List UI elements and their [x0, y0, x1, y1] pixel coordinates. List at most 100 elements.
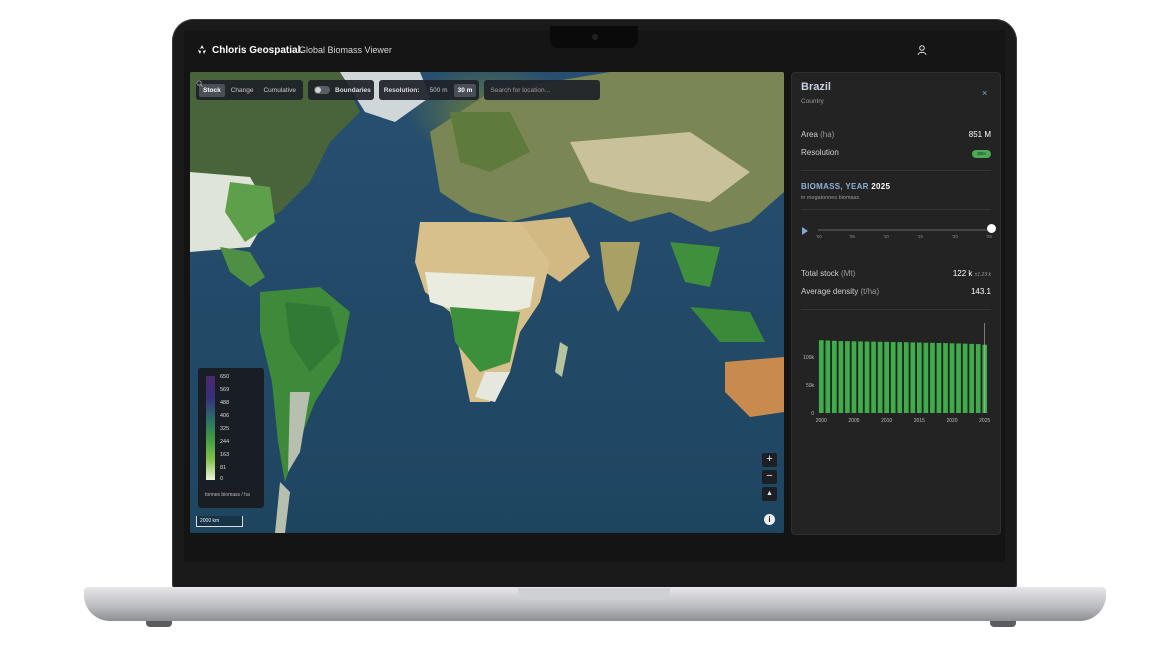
- x-tick-label: 2025: [979, 418, 990, 424]
- details-panel: Brazil Country × Area (ha) 851 M Resolut…: [791, 72, 1001, 535]
- area-unit: (ha): [820, 130, 835, 139]
- chart-bar[interactable]: [818, 340, 824, 413]
- chart-bar[interactable]: [936, 343, 942, 413]
- legend-tick: 569: [220, 387, 230, 393]
- brand-name: Chloris Geospatial.: [212, 44, 304, 56]
- boundaries-control: Boundaries: [308, 80, 374, 100]
- chart-bar[interactable]: [851, 341, 857, 413]
- laptop-foot: [990, 621, 1016, 627]
- leaf-logo-icon: [198, 45, 206, 54]
- total-stock-label: Total stock (Mt): [801, 269, 855, 278]
- zoom-out-button[interactable]: −: [762, 470, 777, 484]
- timeline-tick: '00: [816, 234, 822, 239]
- biomass-bar-chart: 0 50k 100k 2000 2005 2010 2015 2020 2025: [803, 323, 991, 424]
- legend-tick: 406: [220, 413, 230, 419]
- chart-bar[interactable]: [825, 340, 831, 413]
- laptop-foot: [146, 621, 172, 627]
- laptop-base-notch: [518, 588, 670, 600]
- avg-density-value: 143.1: [970, 287, 991, 296]
- area-value: 851 M: [968, 130, 991, 139]
- chart-bar[interactable]: [858, 341, 863, 413]
- avg-density-label: Average density (t/ha): [801, 287, 879, 296]
- resolution-control: Resolution: 500 m 30 m: [378, 80, 480, 100]
- chart-bar[interactable]: [897, 342, 903, 413]
- total-stock-value: 122 k ±1.23 k: [953, 269, 991, 278]
- play-icon[interactable]: [802, 227, 808, 235]
- timeline-tick: '05: [849, 234, 855, 239]
- app-title: Global Biomass Viewer: [299, 45, 392, 55]
- total-stock-sd: ±1.23 k: [974, 272, 991, 278]
- chart-bar[interactable]: [910, 342, 916, 413]
- legend-tick: 0: [220, 476, 224, 482]
- x-tick-label: 2005: [848, 418, 859, 424]
- map-toolbar: Stock Change Cumulative Boundaries Resol…: [196, 80, 601, 100]
- search-input[interactable]: Search for location...: [490, 87, 550, 94]
- boundaries-label: Boundaries: [335, 86, 371, 94]
- y-tick-label: 50k: [806, 383, 815, 389]
- compass-icon[interactable]: ▲: [762, 487, 777, 501]
- user-icon[interactable]: [916, 44, 928, 56]
- total-stock-unit: (Mt): [841, 269, 856, 278]
- resolution-badge: 30m: [972, 150, 991, 158]
- chart-bar[interactable]: [871, 341, 876, 413]
- year-slider[interactable]: [818, 229, 992, 231]
- chart-bar[interactable]: [962, 343, 968, 413]
- chart-bar[interactable]: [864, 341, 870, 413]
- boundaries-toggle[interactable]: [314, 86, 330, 94]
- chart-bar[interactable]: [923, 342, 929, 413]
- avg-density-unit: (t/ha): [860, 287, 880, 296]
- chart-bar[interactable]: [949, 343, 955, 413]
- legend-tick: 163: [220, 452, 230, 458]
- biomass-map[interactable]: Stock Change Cumulative Boundaries Resol…: [190, 72, 784, 533]
- chart-bar[interactable]: [903, 342, 909, 413]
- info-icon[interactable]: i: [764, 514, 775, 525]
- section-subtitle: in megatonnes biomass: [801, 195, 860, 201]
- chart-bar[interactable]: [943, 343, 948, 413]
- chart-bar[interactable]: [890, 341, 896, 413]
- year-slider-handle[interactable]: [987, 224, 996, 233]
- y-tick-label: 0: [811, 411, 814, 417]
- biomass-section-title: BIOMASS, YEAR 2025: [801, 182, 890, 191]
- legend-tick: 81: [220, 465, 227, 471]
- resolution-label: Resolution:: [383, 86, 420, 94]
- area-label: Area (ha): [801, 130, 834, 139]
- legend-tick: 650: [220, 374, 230, 380]
- panel-subtitle: Country: [801, 98, 824, 105]
- chart-bar[interactable]: [930, 342, 935, 413]
- search-icon: [196, 80, 203, 87]
- mode-cumulative-button[interactable]: Cumulative: [259, 84, 300, 97]
- divider: [801, 209, 991, 210]
- total-stock-number: 122 k: [952, 269, 973, 278]
- resolution-row-label: Resolution: [801, 148, 839, 157]
- legend-unit: tonnes biomass / ha: [205, 492, 250, 498]
- timeline-tick: '15: [917, 234, 923, 239]
- brand-logo[interactable]: Chloris Geospatial.: [196, 44, 303, 56]
- chart-bar[interactable]: [969, 343, 975, 413]
- divider: [801, 170, 991, 171]
- avg-density-label-text: Average density: [801, 287, 859, 296]
- camera-icon: [592, 34, 598, 40]
- chart-bar[interactable]: [831, 340, 837, 413]
- chart-bar[interactable]: [916, 342, 922, 413]
- chart-bar[interactable]: [884, 341, 890, 413]
- chart-bar[interactable]: [838, 341, 844, 413]
- search-box[interactable]: Search for location...: [196, 80, 601, 100]
- resolution-30m-button[interactable]: 30 m: [453, 83, 477, 97]
- resolution-500m-button[interactable]: 500 m: [426, 84, 452, 97]
- section-title-text: BIOMASS, YEAR: [801, 182, 869, 191]
- chart-bar[interactable]: [975, 344, 981, 413]
- close-icon[interactable]: ×: [982, 88, 987, 98]
- legend-tick: 325: [220, 426, 230, 432]
- mode-switch: Stock Change Cumulative: [196, 80, 303, 100]
- timeline-tick: '25: [986, 234, 992, 239]
- divider: [801, 309, 991, 310]
- chart-bar[interactable]: [845, 341, 850, 413]
- legend-color-ramp: [206, 376, 215, 480]
- area-label-text: Area: [801, 130, 818, 139]
- zoom-in-button[interactable]: +: [762, 453, 777, 467]
- legend-tick: 488: [220, 400, 230, 406]
- x-tick-label: 2010: [881, 418, 892, 424]
- chart-bar[interactable]: [956, 343, 961, 413]
- mode-change-button[interactable]: Change: [227, 84, 258, 97]
- chart-bar[interactable]: [877, 341, 883, 413]
